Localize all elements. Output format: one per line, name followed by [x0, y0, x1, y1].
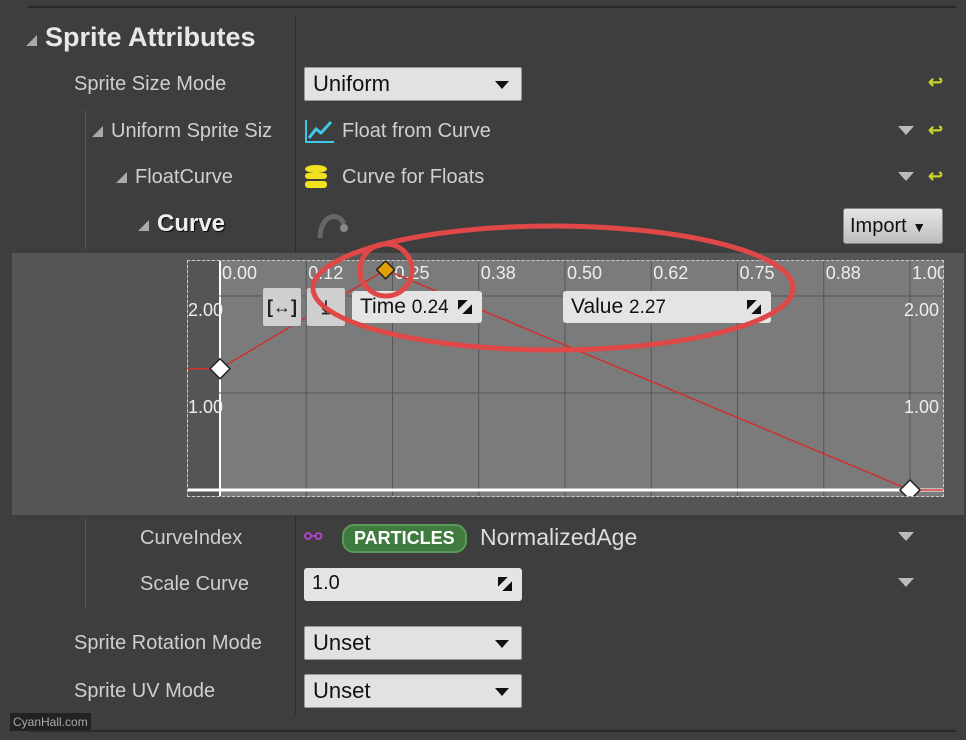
reset-icon[interactable]: ↩ — [928, 120, 943, 141]
value-value: 2.27 — [629, 297, 666, 318]
x-tick-label: 0.75 — [740, 263, 775, 283]
sprite-uv-mode-label: Sprite UV Mode — [74, 680, 216, 702]
sprite-rotation-mode-label: Sprite Rotation Mode — [74, 632, 262, 654]
curve-key[interactable] — [208, 357, 232, 380]
chevron-down-icon — [495, 688, 509, 696]
select-value: Uniform — [313, 71, 391, 96]
curve-label: Curve — [157, 210, 226, 237]
chevron-down-icon — [495, 81, 509, 89]
collapse-icon — [116, 172, 127, 183]
x-tick-label: 1.00 — [912, 263, 944, 283]
float-curve-value[interactable]: Curve for Floats — [342, 166, 484, 189]
y-tick-label-left: 2.00 — [188, 300, 223, 320]
x-tick-label: 0.62 — [653, 263, 688, 283]
section-title: Sprite Attributes — [45, 22, 256, 52]
time-field[interactable]: Time 0.24 — [352, 291, 482, 323]
collapse-icon — [92, 126, 103, 137]
spin-icon[interactable] — [498, 577, 512, 591]
dropdown-arrow-icon[interactable] — [898, 578, 914, 587]
import-button[interactable]: Import ▼ — [843, 208, 943, 244]
dropdown-arrow-icon[interactable] — [898, 172, 914, 181]
x-tick-label: 0.50 — [567, 263, 602, 283]
reset-icon[interactable]: ↩ — [928, 166, 943, 187]
scale-curve-input[interactable]: 1.0 — [304, 568, 522, 601]
watermark: CyanHall.com — [10, 713, 91, 731]
curve-graph[interactable]: 0.00 0.12 0.25 0.38 0.50 0.62 0.75 0.88 1.00 2.00… — [187, 260, 944, 497]
time-label: Time — [360, 295, 406, 318]
import-label: Import — [850, 215, 907, 237]
collapse-icon — [26, 35, 37, 46]
dropdown-arrow-icon[interactable] — [898, 126, 914, 135]
float-curve-row[interactable]: FloatCurve — [116, 166, 233, 189]
sprite-uv-mode-select[interactable]: Unset — [304, 674, 522, 708]
y-tick-label-left: 0.00 — [188, 494, 223, 497]
x-tick-label: 0.00 — [222, 263, 257, 283]
select-value: Unset — [313, 678, 371, 703]
collapse-icon — [138, 220, 149, 231]
x-tick-label: 0.12 — [308, 263, 343, 283]
spin-icon[interactable] — [747, 300, 761, 314]
indent-guide — [85, 518, 86, 608]
uniform-sprite-size-row[interactable]: Uniform Sprite Siz — [92, 120, 272, 143]
x-tick-label: 0.25 — [395, 263, 430, 283]
time-value: 0.24 — [411, 297, 449, 318]
reset-icon[interactable]: ↩ — [928, 72, 943, 93]
uniform-sprite-size-label: Uniform Sprite Siz — [111, 120, 273, 142]
particles-badge: PARTICLES — [342, 524, 467, 553]
value-field[interactable]: Value 2.27 — [563, 291, 771, 323]
database-icon — [304, 164, 328, 197]
zoom-to-fit-vertical-button[interactable]: ⤓ — [306, 287, 346, 327]
section-header[interactable]: Sprite Attributes — [26, 22, 256, 53]
uniform-sprite-size-value[interactable]: Float from Curve — [342, 120, 491, 143]
indent-guide — [85, 110, 86, 250]
divider — [28, 6, 956, 8]
float-curve-icon — [304, 118, 336, 149]
curve-index-value[interactable]: NormalizedAge — [480, 524, 637, 551]
float-curve-label: FloatCurve — [135, 166, 233, 188]
y-tick-label-right: 2.00 — [904, 300, 939, 320]
curve-key[interactable] — [375, 261, 396, 280]
dropdown-arrow-icon[interactable] — [898, 532, 914, 541]
chevron-down-icon: ▼ — [912, 219, 927, 235]
sprite-rotation-mode-select[interactable]: Unset — [304, 626, 522, 660]
x-tick-label: 0.38 — [481, 263, 516, 283]
sprite-size-mode-select[interactable]: Uniform — [304, 67, 522, 101]
divider — [28, 730, 956, 732]
curve-index-label: CurveIndex — [140, 527, 243, 549]
value-label: Value — [571, 295, 624, 318]
sprite-size-mode-label: Sprite Size Mode — [74, 73, 227, 95]
chevron-down-icon — [495, 640, 509, 648]
scale-curve-value: 1.0 — [312, 572, 340, 594]
y-tick-label-left: 1.00 — [188, 397, 223, 417]
x-tick-label: 0.88 — [826, 263, 861, 283]
zoom-to-fit-horizontal-button[interactable]: [↔] — [262, 287, 302, 327]
y-tick-label-right: 1.00 — [904, 397, 939, 417]
curve-row[interactable]: Curve — [138, 210, 225, 238]
spin-icon[interactable] — [458, 300, 472, 314]
select-value: Unset — [313, 630, 371, 655]
curve-asset-picker-icon[interactable] — [316, 208, 348, 247]
scale-curve-label: Scale Curve — [140, 573, 249, 595]
link-icon: ⚯ — [304, 524, 323, 549]
